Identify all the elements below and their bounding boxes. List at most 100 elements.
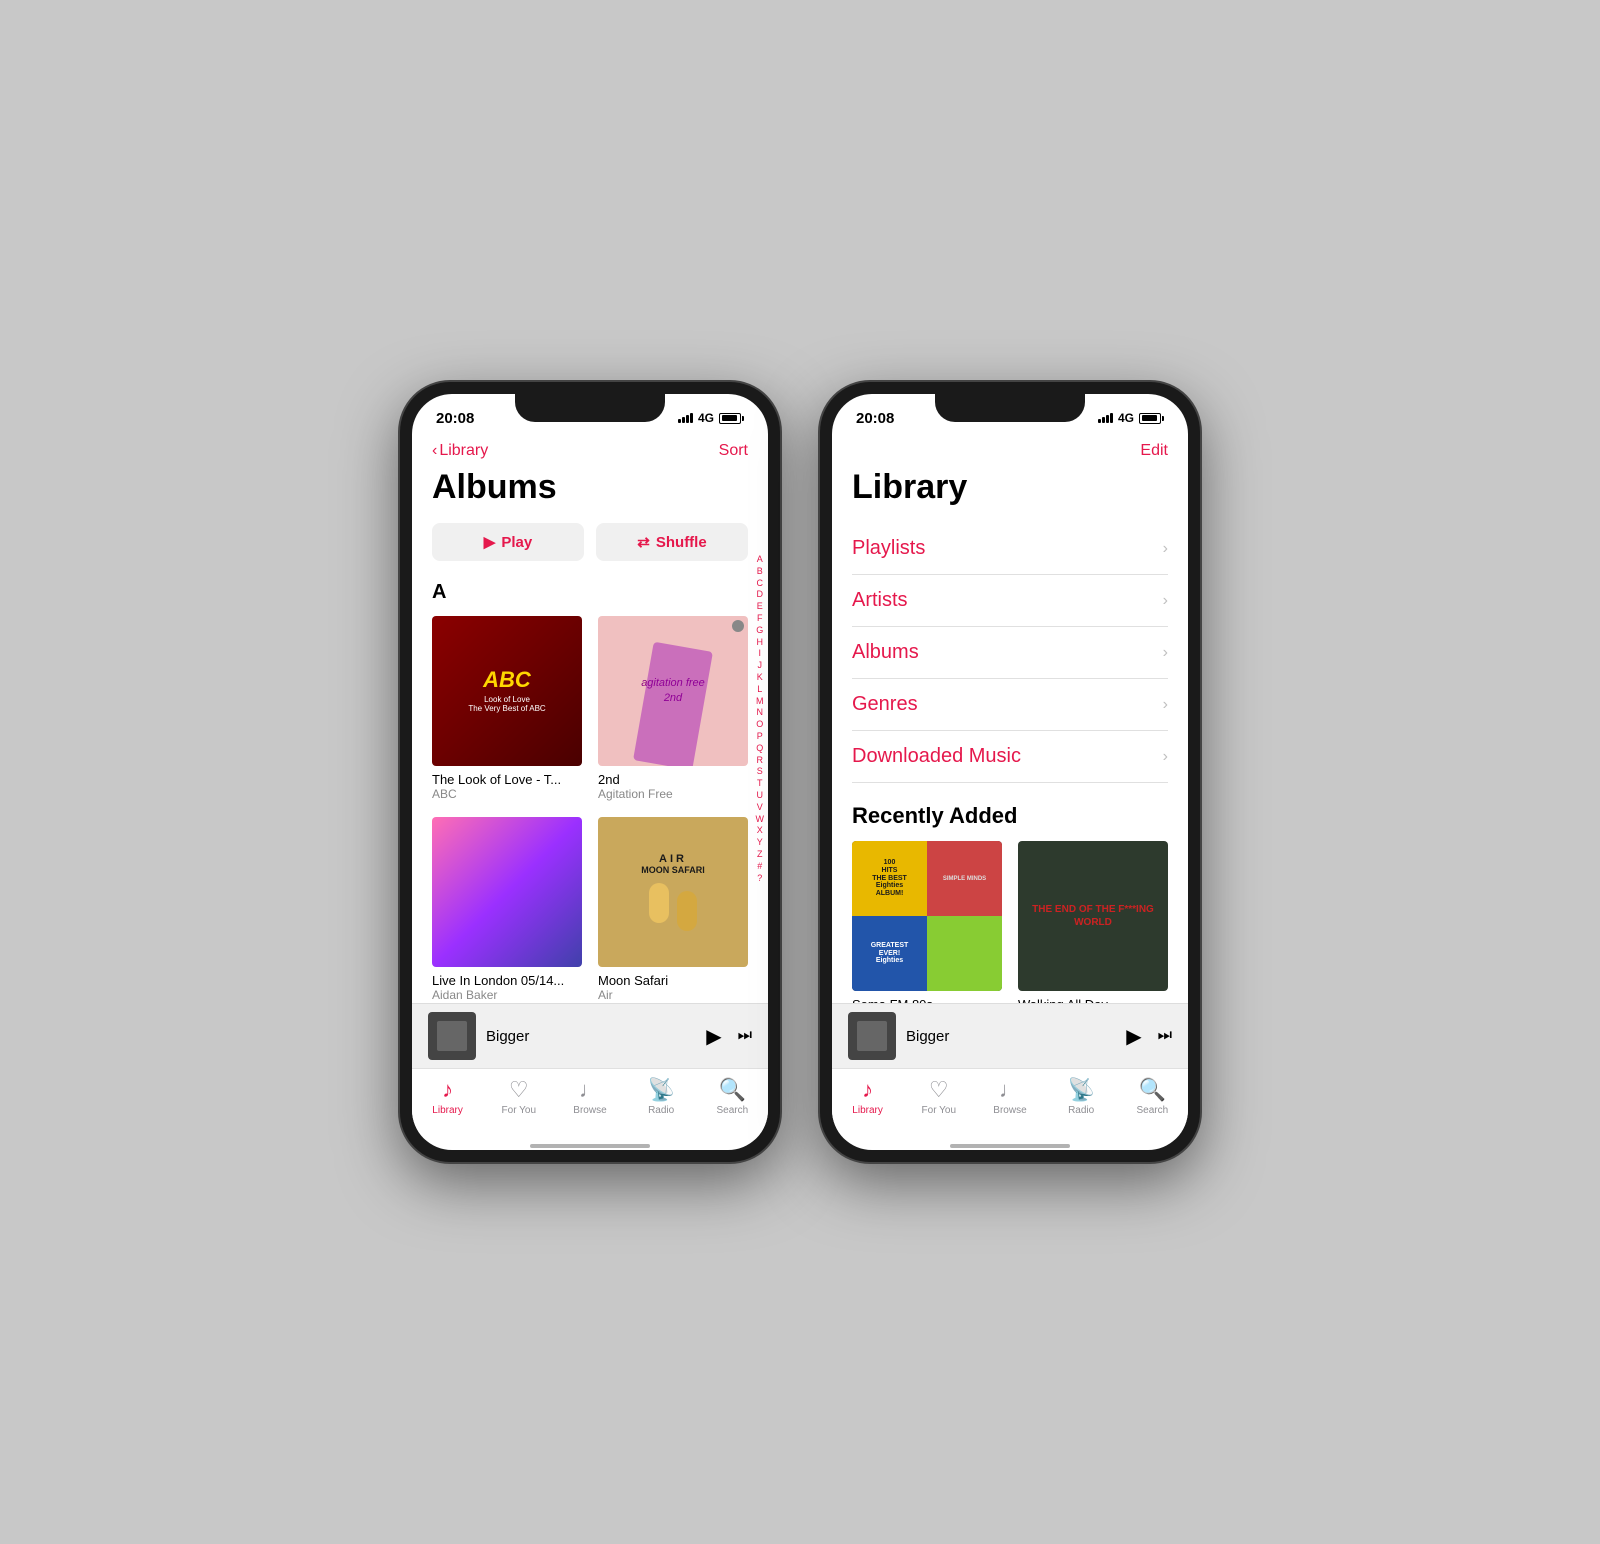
tab-radio-2[interactable]: 📡 Radio [1051,1077,1111,1116]
alpha-h[interactable]: H [756,637,765,648]
album-item-air[interactable]: AIR MOON SAFARI Moon Safari Air [598,817,748,1002]
shuffle-button[interactable]: ⇄ Shuffle [596,523,748,561]
tab-library-label-2: Library [852,1105,883,1116]
chevron-right-artists: › [1163,592,1168,610]
alpha-d[interactable]: D [756,589,765,600]
mini-forward-button[interactable]: ⏭ [738,1027,752,1045]
status-icons-2: 4G [1098,411,1164,425]
library-title: Library [852,468,1168,507]
alpha-p[interactable]: P [756,731,765,742]
alphabet-index[interactable]: A B C D E F G H I J K L M N O P Q R S T [756,554,765,883]
mini-art-visual [428,1012,476,1060]
tab-bar-2: ♪ Library ♡ For You ♩ Browse 📡 Radio 🔍 S… [832,1068,1188,1140]
play-icon: ▶ [484,533,496,551]
alpha-r[interactable]: R [756,755,765,766]
signal-icon-2 [1098,413,1113,423]
tab-for-you[interactable]: ♡ For You [489,1077,549,1116]
tab-browse-label: Browse [573,1105,606,1116]
sort-button[interactable]: Sort [719,442,748,460]
tab-bar: ♪ Library ♡ For You ♩ Browse 📡 Radio 🔍 S… [412,1068,768,1140]
library-icon: ♪ [442,1077,453,1103]
edit-button[interactable]: Edit [1140,442,1168,460]
phone-1: 20:08 4G ‹ Library [400,382,780,1162]
album-item-aidan[interactable]: Live In London 05/14... Aidan Baker [432,817,582,1002]
alpha-c[interactable]: C [756,578,765,589]
alpha-e[interactable]: E [756,601,765,612]
heart-icon: ♡ [509,1077,529,1103]
alpha-a[interactable]: A [756,554,765,565]
album-artist-aidan: Aidan Baker [432,988,582,1002]
tab-for-you-2[interactable]: ♡ For You [909,1077,969,1116]
tab-library[interactable]: ♪ Library [418,1077,478,1116]
library-item-playlists[interactable]: Playlists › [852,523,1168,575]
library-item-artists[interactable]: Artists › [852,575,1168,627]
alpha-v[interactable]: V [756,802,765,813]
mini-forward-button-2[interactable]: ⏭ [1158,1027,1172,1045]
mini-track-name-2: Bigger [906,1028,1116,1045]
battery-icon-2 [1139,413,1164,424]
alpha-q[interactable]: Q [756,743,765,754]
mini-player-2[interactable]: Bigger ▶ ⏭ [832,1003,1188,1068]
alpha-n[interactable]: N [756,707,765,718]
library-content: Library Playlists › Artists › Albums › G… [832,468,1188,1003]
chevron-right-playlists: › [1163,540,1168,558]
album-name-aidan: Live In London 05/14... [432,973,582,988]
back-button[interactable]: ‹ Library [432,442,488,460]
library-item-genres[interactable]: Genres › [852,679,1168,731]
tab-radio-label: Radio [648,1105,674,1116]
alpha-k[interactable]: K [756,672,765,683]
album-item-abc[interactable]: ABC Look of LoveThe Very Best of ABC The… [432,616,582,801]
alpha-z[interactable]: Z [756,849,765,860]
status-icons: 4G [678,411,744,425]
alpha-hash[interactable]: # [756,861,765,872]
tab-library-2[interactable]: ♪ Library [838,1077,898,1116]
alpha-s[interactable]: S [756,766,765,777]
mini-player[interactable]: Bigger ▶ ⏭ [412,1003,768,1068]
mini-controls-2: ▶ ⏭ [1126,1024,1172,1049]
album-artist-agitation: Agitation Free [598,787,748,801]
play-button[interactable]: ▶ Play [432,523,584,561]
library-list: Playlists › Artists › Albums › Genres › … [852,523,1168,783]
alpha-b[interactable]: B [756,566,765,577]
soma-art-visual: 100HITSTHE BESTEightiesALBUM! SIMPLE MIN… [852,841,1002,991]
alpha-y[interactable]: Y [756,837,765,848]
signal-icon [678,413,693,423]
chevron-right-albums: › [1163,644,1168,662]
alpha-u[interactable]: U [756,790,765,801]
alpha-w[interactable]: W [756,814,765,825]
album-art-air: AIR MOON SAFARI [598,817,748,967]
alpha-j[interactable]: J [756,660,765,671]
chevron-right-downloaded: › [1163,748,1168,766]
library-item-albums[interactable]: Albums › [852,627,1168,679]
alpha-m[interactable]: M [756,696,765,707]
search-icon-2: 🔍 [1139,1077,1166,1103]
soma-q4 [927,916,1002,991]
alpha-x[interactable]: X [756,825,765,836]
album-item-agitation[interactable]: agitation free2nd 2nd Agitation Free [598,616,748,801]
library-item-downloaded[interactable]: Downloaded Music › [852,731,1168,783]
alpha-g[interactable]: G [756,625,765,636]
air-art-visual: AIR MOON SAFARI [598,817,748,967]
alpha-f[interactable]: F [756,613,765,624]
recently-item-soma[interactable]: 100HITSTHE BESTEightiesALBUM! SIMPLE MIN… [852,841,1002,1003]
recently-item-walking[interactable]: THE END OF THE F***ING WORLD Walking All… [1018,841,1168,1003]
albums-label: Albums [852,641,919,664]
alpha-i[interactable]: I [756,648,765,659]
alpha-o[interactable]: O [756,719,765,730]
tab-search-2[interactable]: 🔍 Search [1122,1077,1182,1116]
album-name-agitation: 2nd [598,772,748,787]
battery-icon [719,413,744,424]
tab-search[interactable]: 🔍 Search [702,1077,762,1116]
alpha-l[interactable]: L [756,684,765,695]
tab-browse[interactable]: ♩ Browse [560,1077,620,1116]
alpha-t[interactable]: T [756,778,765,789]
mini-play-button-2[interactable]: ▶ [1126,1024,1141,1049]
tab-browse-2[interactable]: ♩ Browse [980,1077,1040,1116]
mini-play-button[interactable]: ▶ [706,1024,721,1049]
search-icon: 🔍 [719,1077,746,1103]
album-art-agitation: agitation free2nd [598,616,748,766]
tab-radio[interactable]: 📡 Radio [631,1077,691,1116]
alpha-question[interactable]: ? [756,873,765,884]
shuffle-icon: ⇄ [637,533,650,551]
back-label: Library [439,442,488,460]
